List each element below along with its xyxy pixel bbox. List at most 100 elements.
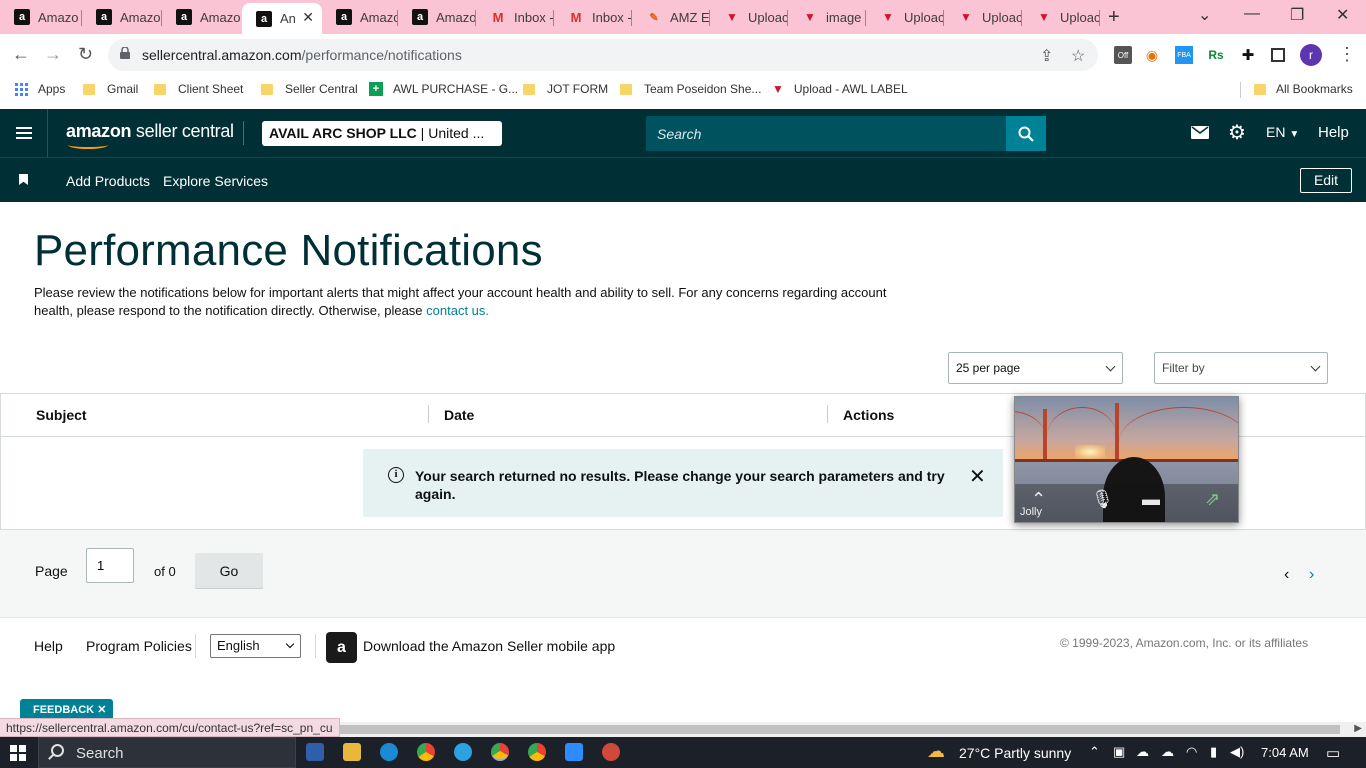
weather-icon[interactable]: ☁	[927, 741, 945, 762]
onedrive-icon[interactable]: ☁	[1161, 744, 1174, 760]
column-date[interactable]: Date	[444, 407, 474, 423]
mic-muted-icon[interactable]: 🎙	[1091, 489, 1114, 510]
bookmark-apps[interactable]: Apps	[15, 82, 65, 96]
go-button[interactable]: Go	[195, 553, 263, 588]
footer-language-select[interactable]: English	[210, 634, 301, 658]
camera-icon[interactable]: ▬	[1142, 489, 1160, 510]
zoom-icon[interactable]	[565, 743, 583, 761]
browser-tab[interactable]: a Amazo	[322, 3, 398, 31]
fba-extension-icon[interactable]: FBA	[1175, 46, 1193, 64]
footer-help-link[interactable]: Help	[34, 638, 63, 654]
bookmark-upload-awl[interactable]: ▼ Upload - AWL LABEL	[772, 82, 908, 96]
microphone-icon[interactable]: ▮	[1210, 744, 1217, 760]
address-bar[interactable]: sellercentral.amazon.com/performance/not…	[108, 39, 1098, 71]
nav-explore-services[interactable]: Explore Services	[163, 173, 268, 189]
contact-us-link[interactable]: contact us.	[426, 303, 489, 318]
bookmark-team-poseidon[interactable]: Team Poseidon She...	[620, 82, 761, 96]
browser-tab[interactable]: M Inbox -	[476, 3, 554, 31]
close-tab-icon[interactable]: ✕	[302, 9, 314, 26]
bookmark-icon[interactable]	[19, 174, 28, 185]
reload-icon[interactable]: ↻	[78, 44, 93, 65]
account-switcher[interactable]: AVAIL ARC SHOP LLC | United ...	[262, 121, 502, 146]
chrome-profile-icon[interactable]	[528, 743, 546, 761]
per-page-select[interactable]: 25 per page	[948, 352, 1123, 384]
bookmark-gmail[interactable]: Gmail	[83, 82, 138, 96]
restore-icon[interactable]: ❐	[1290, 5, 1304, 25]
wifi-icon[interactable]: ◠	[1186, 744, 1197, 760]
search-input[interactable]	[646, 116, 1006, 151]
side-panel-icon[interactable]	[1271, 48, 1285, 62]
taskbar-search[interactable]: Search	[38, 737, 296, 768]
help-link[interactable]: Help	[1318, 124, 1349, 141]
close-icon[interactable]: ✕	[969, 464, 986, 489]
tab-search-chevron-icon[interactable]: ⌄	[1198, 5, 1211, 25]
meet-now-icon[interactable]: ▣	[1113, 744, 1125, 760]
menu-kebab-icon[interactable]: ⋮	[1338, 44, 1356, 65]
minimize-icon[interactable]: —	[1244, 5, 1260, 23]
close-icon[interactable]: ✕	[97, 704, 106, 716]
edge-icon[interactable]	[380, 743, 398, 761]
gear-icon[interactable]: ⚙	[1228, 120, 1246, 145]
rs-extension-icon[interactable]: Rs	[1207, 46, 1225, 64]
browser-tab[interactable]: a Amazo	[162, 3, 242, 31]
column-subject[interactable]: Subject	[36, 407, 87, 423]
onedrive-icon[interactable]: ☁	[1136, 744, 1149, 760]
filter-select[interactable]: Filter by	[1154, 352, 1328, 384]
avatar[interactable]: r	[1300, 44, 1322, 66]
bookmark-seller-central[interactable]: Seller Central	[261, 82, 358, 96]
extension-off-icon[interactable]: Off	[1114, 46, 1132, 64]
share-icon[interactable]: ⇪	[1040, 46, 1053, 66]
clock[interactable]: 7:04 AM	[1261, 745, 1309, 760]
bookmark-jot-form[interactable]: JOT FORM	[523, 82, 608, 96]
scroll-right-icon[interactable]: ▶	[1354, 723, 1362, 734]
puzzle-icon[interactable]: ✚	[1239, 46, 1257, 64]
browser-tab[interactable]: ▼ Uploac	[710, 3, 788, 31]
task-view-icon[interactable]	[306, 743, 324, 761]
browser-tab[interactable]: ✎ AMZ E	[632, 3, 710, 31]
edit-button[interactable]: Edit	[1300, 168, 1352, 193]
browser-tab[interactable]: a Amazo	[82, 3, 162, 31]
hamburger-menu-icon[interactable]	[16, 127, 32, 139]
popout-icon[interactable]: ⇗	[1205, 489, 1220, 510]
scrollbar-thumb[interactable]	[335, 725, 1340, 734]
bookmark-awl-purchase[interactable]: + AWL PURCHASE - G...	[369, 82, 518, 96]
browser-tab[interactable]: ▼ image	[788, 3, 866, 31]
telegram-icon[interactable]	[454, 743, 472, 761]
browser-tab[interactable]: a Amazo	[398, 3, 476, 31]
mobile-app-link[interactable]: Download the Amazon Seller mobile app	[363, 638, 615, 654]
all-bookmarks[interactable]: All Bookmarks	[1254, 82, 1353, 96]
back-arrow-icon[interactable]: ←	[12, 44, 30, 65]
notification-icon[interactable]: ▭	[1326, 744, 1340, 762]
new-tab-icon[interactable]: +	[1108, 6, 1120, 29]
browser-tab[interactable]: M Inbox -	[554, 3, 632, 31]
chevron-left-icon[interactable]: ‹	[1284, 566, 1289, 584]
feedback-button[interactable]: FEEDBACK ✕	[20, 699, 113, 719]
star-icon[interactable]: ☆	[1071, 46, 1085, 66]
nav-add-products[interactable]: Add Products	[66, 173, 150, 189]
browser-tab[interactable]: a Amazo	[0, 3, 82, 31]
browser-tab-active[interactable]: a An ✕	[242, 3, 322, 34]
file-explorer-icon[interactable]	[343, 743, 361, 761]
forward-arrow-icon[interactable]: →	[44, 44, 62, 65]
windows-start-icon[interactable]	[10, 745, 26, 761]
search-button[interactable]	[1006, 116, 1046, 151]
chrome-active-icon[interactable]	[491, 743, 509, 761]
page-number-input[interactable]	[86, 548, 134, 583]
program-policies-link[interactable]: Program Policies	[86, 638, 192, 654]
video-call-overlay[interactable]: ⌃ 🎙 ▬ ⇗ Jolly	[1014, 396, 1239, 523]
browser-tab[interactable]: ▼ Uploac	[866, 3, 944, 31]
chevron-right-icon[interactable]: ›	[1309, 566, 1314, 584]
bookmark-client-sheet[interactable]: Client Sheet	[154, 82, 243, 96]
amazon-app-icon[interactable]: a	[326, 632, 357, 663]
chevron-up-icon[interactable]: ⌃	[1089, 744, 1100, 760]
close-window-icon[interactable]: ✕	[1336, 5, 1349, 25]
language-selector[interactable]: EN ▼	[1266, 124, 1299, 140]
weather-text[interactable]: 27°C Partly sunny	[959, 745, 1071, 761]
firefox-extension-icon[interactable]: ◉	[1143, 46, 1161, 64]
chrome-icon[interactable]	[417, 743, 435, 761]
seller-central-logo[interactable]: amazon seller central	[66, 121, 234, 149]
browser-tab[interactable]: ▼ Uploac	[944, 3, 1022, 31]
anydesk-icon[interactable]	[602, 743, 620, 761]
mail-icon[interactable]	[1191, 126, 1209, 139]
volume-icon[interactable]: ◀)	[1230, 744, 1244, 760]
